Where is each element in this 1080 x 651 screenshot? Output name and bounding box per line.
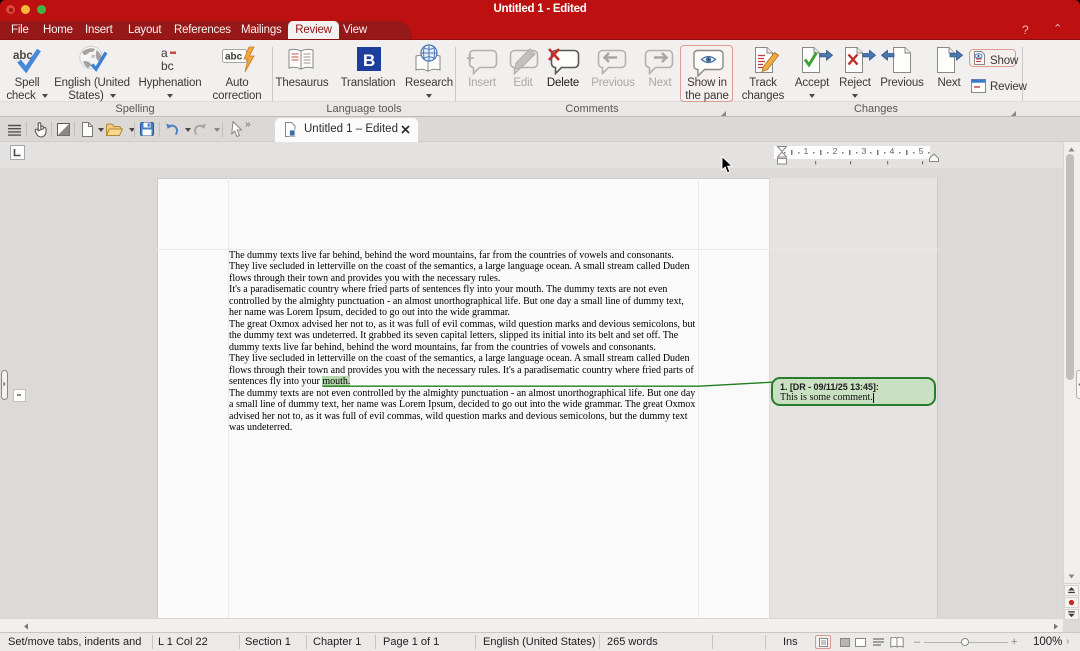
svg-text:a: a xyxy=(161,46,168,60)
svg-text:abc: abc xyxy=(225,52,243,63)
svg-text:bc: bc xyxy=(161,59,174,73)
svg-text:B: B xyxy=(363,51,375,70)
